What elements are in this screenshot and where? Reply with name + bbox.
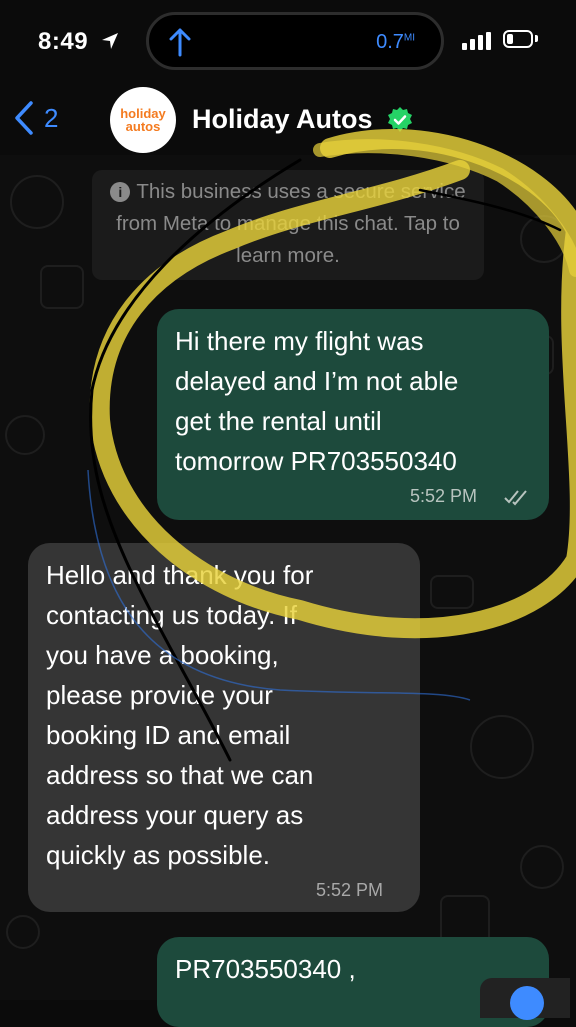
avatar-logo-line2: autos <box>125 119 161 134</box>
notice-text: This business uses a secure service from… <box>116 180 466 267</box>
battery-icon <box>503 30 533 48</box>
message-time: 5:52 PM <box>316 880 384 900</box>
dynamic-island: 0.7MI <box>146 12 444 70</box>
business-security-notice[interactable]: i This business uses a secure service fro… <box>92 170 484 280</box>
chevron-left-icon <box>15 101 33 135</box>
double-check-icon <box>504 490 527 506</box>
chat-header: 2 holiday autos Holiday Autos <box>0 80 576 155</box>
back-button[interactable]: 2 <box>14 98 58 138</box>
status-time: 8:49 <box>38 28 89 55</box>
message-time: 5:52 PM <box>410 486 478 506</box>
unread-count: 2 <box>44 102 59 133</box>
contact-name[interactable]: Holiday Autos <box>192 104 373 135</box>
message-text: PR703550340 , <box>175 954 356 984</box>
message-bubble-incoming[interactable]: Hello and thank you for contacting us to… <box>28 543 420 912</box>
upload-arrow-icon <box>169 28 191 57</box>
battery-tip <box>535 35 538 42</box>
status-bar: 8:49 0.7MI <box>0 0 576 80</box>
location-arrow-icon <box>102 33 118 49</box>
avatar[interactable]: holiday autos <box>110 87 176 153</box>
scroll-down-icon <box>510 986 544 1020</box>
message-text: Hi there my flight was delayed and I’m n… <box>175 326 459 476</box>
verified-badge-icon <box>388 107 412 132</box>
network-speed: 0.7MI <box>376 31 415 53</box>
message-text: Hello and thank you for contacting us to… <box>46 560 314 870</box>
scroll-to-bottom-button[interactable] <box>480 978 570 1020</box>
signal-icon <box>462 32 491 50</box>
message-bubble-outgoing[interactable]: Hi there my flight was delayed and I’m n… <box>157 309 549 520</box>
info-icon: i <box>110 182 131 202</box>
